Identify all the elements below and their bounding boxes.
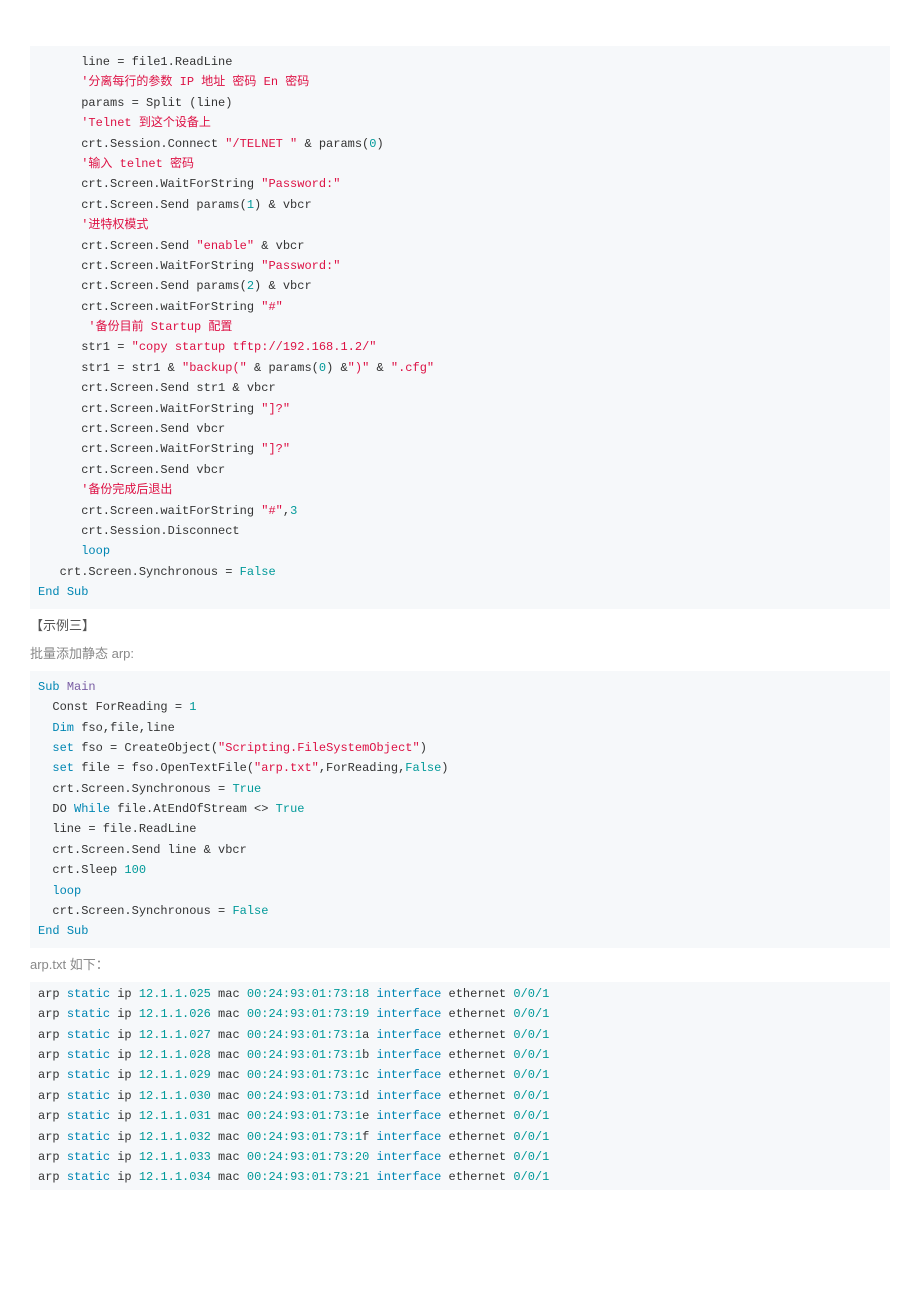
- code-line: crt.Screen.Send vbcr: [38, 422, 225, 436]
- arp-line: arp static ip 12.1.1.029 mac 00:24:93:01…: [38, 1065, 882, 1085]
- code-line: loop: [38, 544, 110, 558]
- code-line: crt.Screen.Send line & vbcr: [38, 843, 247, 857]
- code-line: crt.Screen.Synchronous = False: [38, 904, 268, 918]
- code-line: crt.Screen.Send str1 & vbcr: [38, 381, 276, 395]
- code-comment: '分离每行的参数 IP 地址 密码 En 密码: [38, 75, 309, 89]
- code-pre-1: line = file1.ReadLine '分离每行的参数 IP 地址 密码 …: [38, 48, 882, 607]
- arp-line: arp static ip 12.1.1.028 mac 00:24:93:01…: [38, 1045, 882, 1065]
- heading-example-3: 【示例三】: [30, 615, 890, 637]
- code-comment: '输入 telnet 密码: [38, 157, 194, 171]
- code-line: crt.Screen.WaitForString "]?": [38, 442, 290, 456]
- code-comment: '备份完成后退出: [38, 483, 172, 497]
- code-line: str1 = str1 & "backup(" & params(0) &")"…: [38, 361, 434, 375]
- code-line: loop: [38, 884, 81, 898]
- code-line: crt.Session.Connect "/TELNET " & params(…: [38, 137, 384, 151]
- arp-line: arp static ip 12.1.1.025 mac 00:24:93:01…: [38, 984, 882, 1004]
- heading-desc: 批量添加静态 arp:: [30, 643, 890, 665]
- code-line: crt.Screen.Synchronous = False: [38, 565, 276, 579]
- code-block-2: Sub Main Const ForReading = 1 Dim fso,fi…: [30, 671, 890, 948]
- arp-line: arp static ip 12.1.1.031 mac 00:24:93:01…: [38, 1106, 882, 1126]
- code-line: params = Split (line): [38, 96, 232, 110]
- code-line: Sub Main: [38, 680, 96, 694]
- code-comment: '备份目前 Startup 配置: [38, 320, 232, 334]
- arp-line: arp static ip 12.1.1.032 mac 00:24:93:01…: [38, 1127, 882, 1147]
- code-line: line = file.ReadLine: [38, 822, 196, 836]
- code-line: End Sub: [38, 585, 88, 599]
- arp-line: arp static ip 12.1.1.030 mac 00:24:93:01…: [38, 1086, 882, 1106]
- code-comment: '进特权模式: [38, 218, 148, 232]
- code-line: str1 = "copy startup tftp://192.168.1.2/…: [38, 340, 376, 354]
- code-line: DO While file.AtEndOfStream <> True: [38, 802, 304, 816]
- code-line: crt.Screen.Send "enable" & vbcr: [38, 239, 304, 253]
- code-line: crt.Screen.waitForString "#",3: [38, 504, 297, 518]
- code-line: crt.Screen.Send params(1) & vbcr: [38, 198, 312, 212]
- arp-block: arp static ip 12.1.1.025 mac 00:24:93:01…: [30, 982, 890, 1190]
- code-line: crt.Screen.waitForString "#": [38, 300, 283, 314]
- code-line: crt.Screen.Send params(2) & vbcr: [38, 279, 312, 293]
- code-line: Dim fso,file,line: [38, 721, 175, 735]
- code-line: End Sub: [38, 924, 88, 938]
- code-line: crt.Screen.WaitForString "Password:": [38, 177, 340, 191]
- code-line: set fso = CreateObject("Scripting.FileSy…: [38, 741, 427, 755]
- code-line: crt.Screen.WaitForString "Password:": [38, 259, 340, 273]
- heading-arp-file: arp.txt 如下：: [30, 954, 890, 976]
- arp-line: arp static ip 12.1.1.033 mac 00:24:93:01…: [38, 1147, 882, 1167]
- code-block-1: line = file1.ReadLine '分离每行的参数 IP 地址 密码 …: [30, 46, 890, 609]
- code-comment: 'Telnet 到这个设备上: [38, 116, 211, 130]
- code-line: crt.Session.Disconnect: [38, 524, 240, 538]
- code-line: crt.Screen.WaitForString "]?": [38, 402, 290, 416]
- code-line: Const ForReading = 1: [38, 700, 196, 714]
- code-line: crt.Screen.Synchronous = True: [38, 782, 261, 796]
- arp-line: arp static ip 12.1.1.026 mac 00:24:93:01…: [38, 1004, 882, 1024]
- code-line: crt.Sleep 100: [38, 863, 146, 877]
- code-pre-2: Sub Main Const ForReading = 1 Dim fso,fi…: [38, 673, 882, 946]
- arp-line: arp static ip 12.1.1.034 mac 00:24:93:01…: [38, 1167, 882, 1187]
- code-line: crt.Screen.Send vbcr: [38, 463, 225, 477]
- arp-line: arp static ip 12.1.1.027 mac 00:24:93:01…: [38, 1025, 882, 1045]
- code-line: set file = fso.OpenTextFile("arp.txt",Fo…: [38, 761, 449, 775]
- code-line: line = file1.ReadLine: [38, 55, 232, 69]
